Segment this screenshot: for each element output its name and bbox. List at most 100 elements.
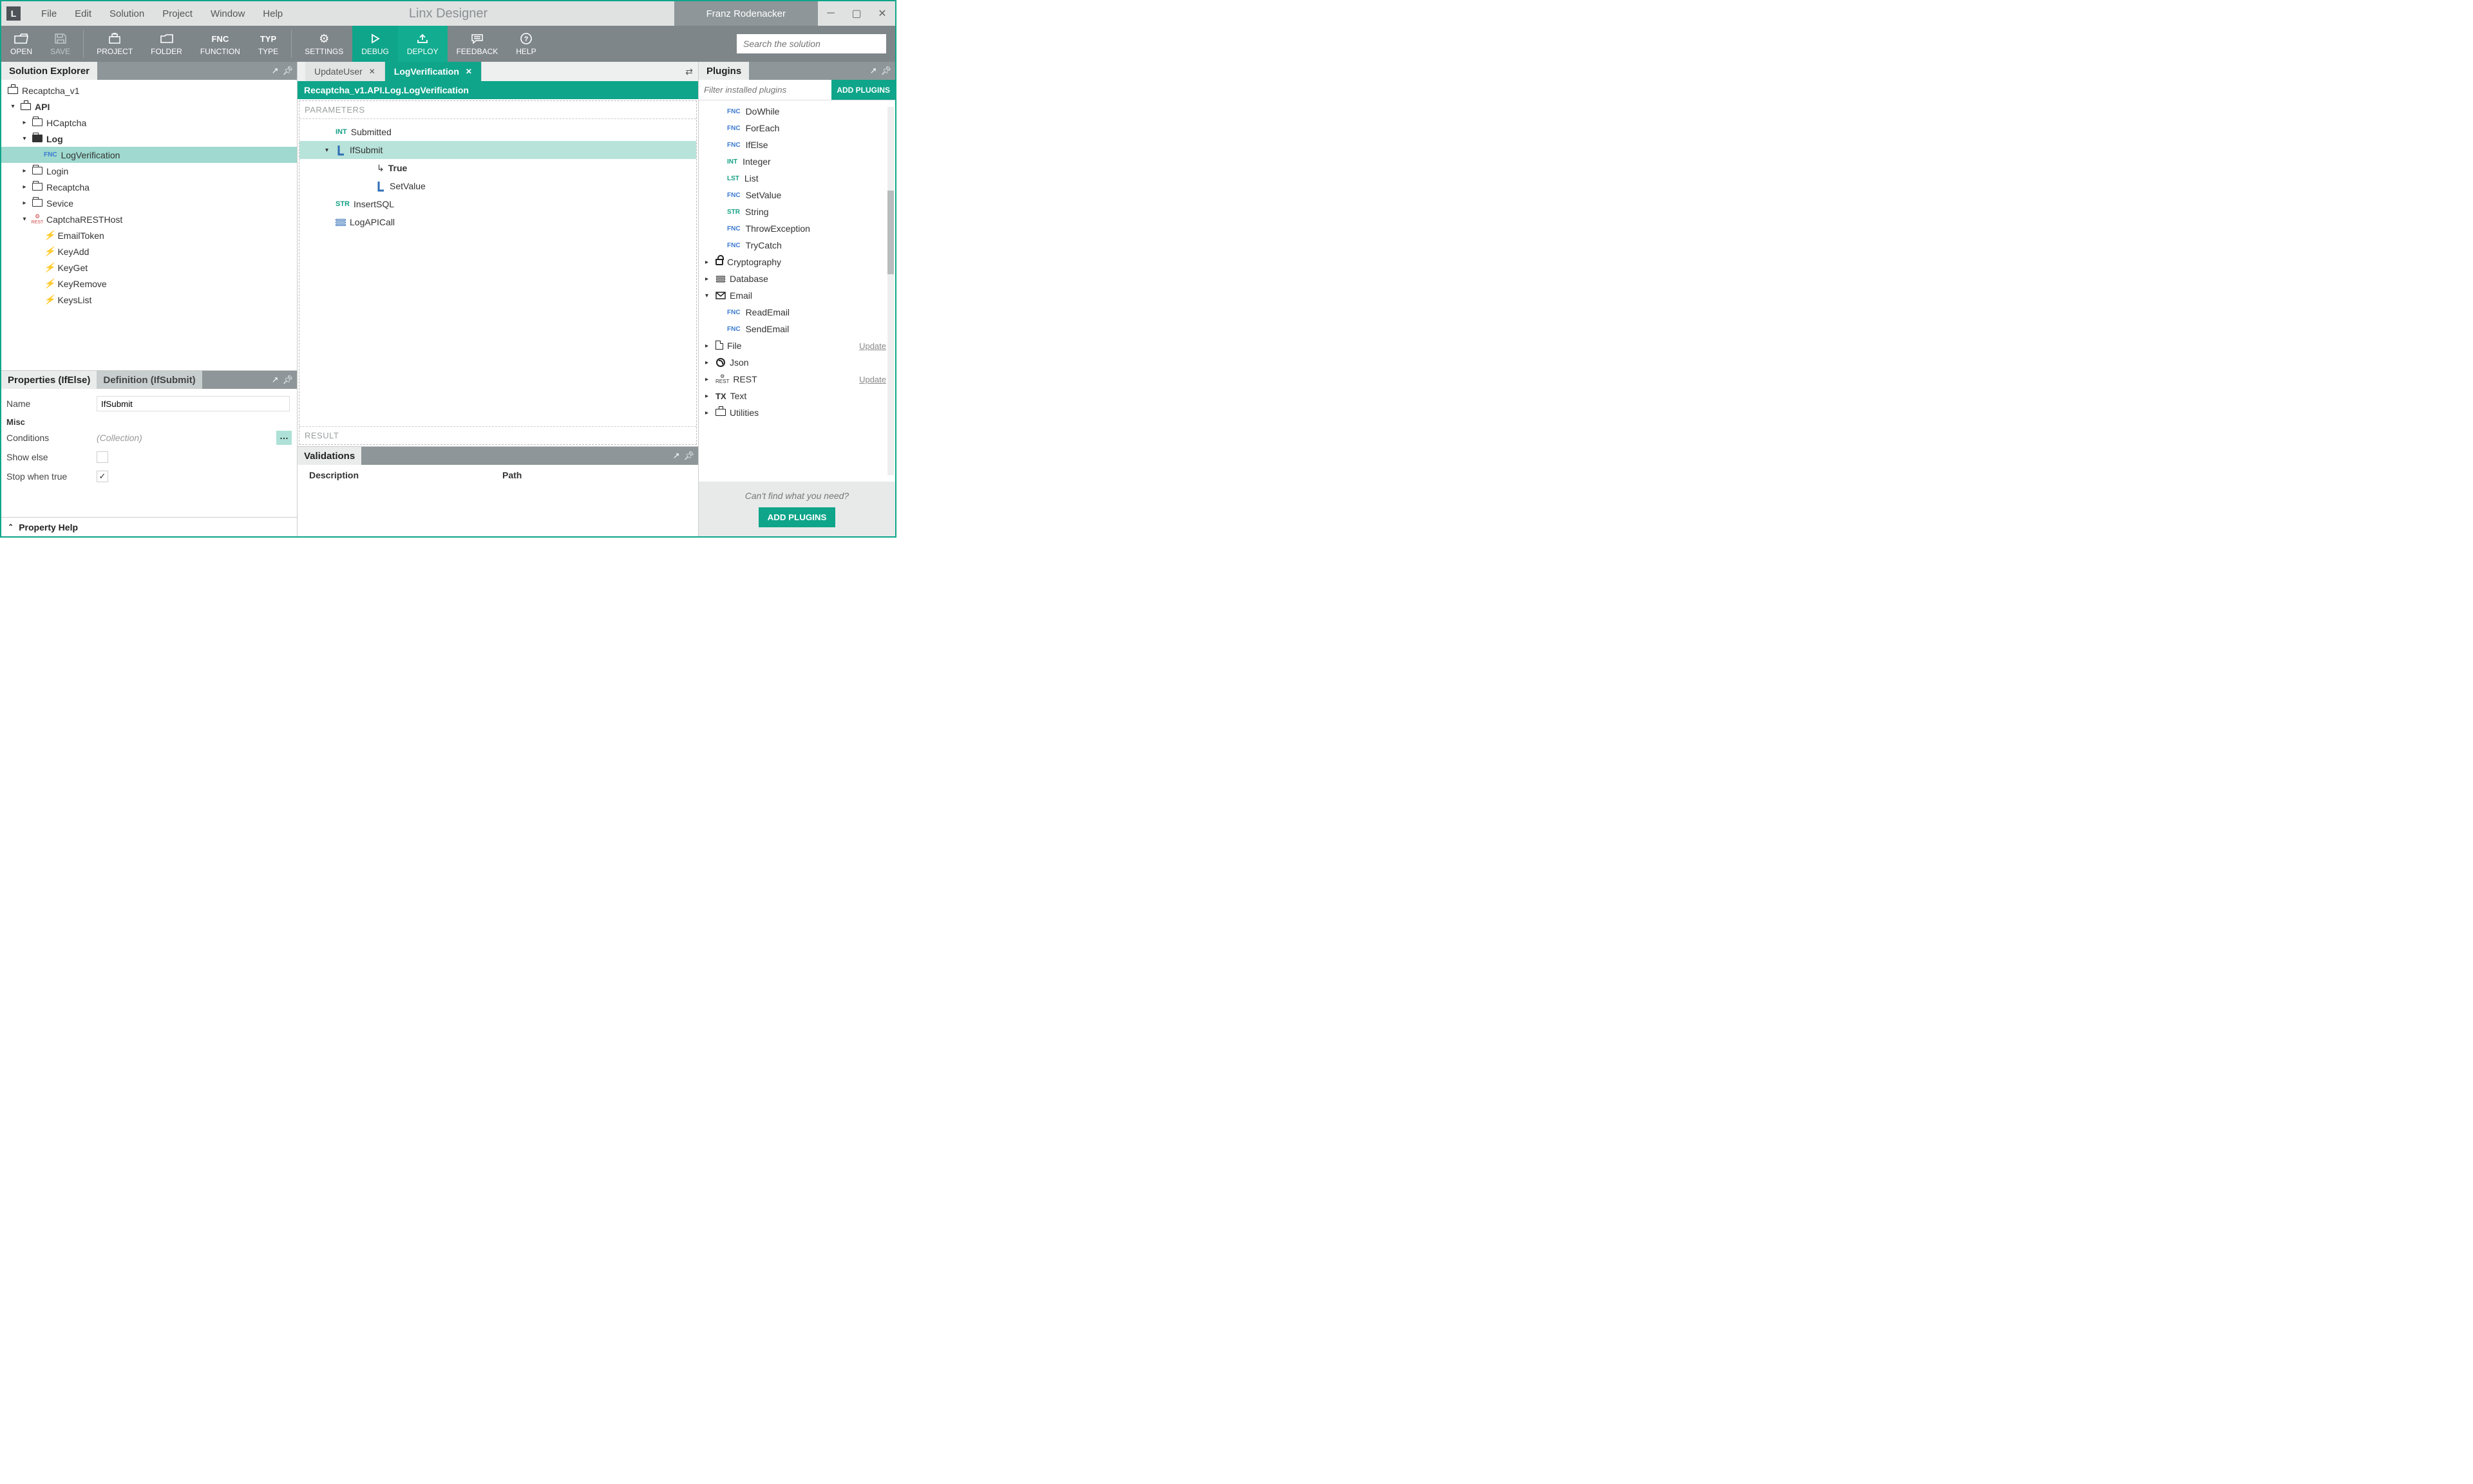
tree-resthost[interactable]: ▾ ⚙REST CaptchaRESTHost [1,211,297,227]
type-button[interactable]: TYP TYPE [249,26,287,62]
menu-window[interactable]: Window [211,8,245,19]
project-button[interactable]: PROJECT [88,26,142,62]
menu-file[interactable]: File [41,8,57,19]
pin-icon[interactable]: 📌︎ [282,375,293,385]
flow-submitted[interactable]: INT Submitted [299,123,696,141]
tab-logverification[interactable]: LogVerification ✕ [385,62,482,81]
popout-icon[interactable]: ↗ [870,66,877,76]
add-plugins-button[interactable]: ADD PLUGINS [831,80,895,100]
chevron-right-icon[interactable]: ▸ [705,276,712,283]
flow-true[interactable]: ↳ True [299,159,696,177]
tree-hcaptcha[interactable]: ▸ HCaptcha [1,115,297,131]
chevron-down-icon[interactable]: ▾ [21,135,28,142]
chevron-down-icon[interactable]: ▾ [705,292,712,299]
tree-logverification[interactable]: FNC LogVerification [1,147,297,163]
flow-ifsubmit[interactable]: ▾ IfSubmit [299,141,696,159]
tree-event[interactable]: ⚡KeyAdd [1,243,297,259]
feedback-button[interactable]: FEEDBACK [448,26,507,62]
tree-event[interactable]: ⚡KeyRemove [1,276,297,292]
chevron-right-icon[interactable]: ▸ [705,376,712,383]
plugin-item[interactable]: FNCSetValue [699,187,895,203]
folder-button[interactable]: FOLDER [142,26,191,62]
chevron-right-icon[interactable]: ▸ [705,359,712,366]
chevron-down-icon[interactable]: ▾ [21,216,28,223]
chevron-right-icon[interactable]: ▸ [705,393,712,400]
plugin-item[interactable]: FNCSendEmail [699,321,895,337]
plugin-category[interactable]: ▸Cryptography [699,254,895,270]
deploy-button[interactable]: DEPLOY [398,26,448,62]
flow-setvalue[interactable]: SetValue [299,177,696,195]
chevron-right-icon[interactable]: ▸ [21,167,28,174]
plugin-category[interactable]: ▸⚙RESTRESTUpdate [699,371,895,388]
stopwhentrue-checkbox[interactable]: ✓ [97,471,108,482]
tree-event[interactable]: ⚡KeysList [1,292,297,308]
debug-button[interactable]: DEBUG [352,26,398,62]
plugin-scrollbar[interactable] [887,107,894,475]
function-button[interactable]: FNC FUNCTION [191,26,249,62]
plugin-category[interactable]: ▸TXText [699,388,895,404]
popout-icon[interactable]: ↗ [272,375,279,385]
plugin-category[interactable]: ▸FileUpdate [699,337,895,354]
chevron-down-icon[interactable]: ▾ [9,103,17,110]
maximize-button[interactable]: ▢ [844,1,869,26]
tab-updateuser[interactable]: UpdateUser ✕ [305,62,385,81]
tree-root[interactable]: Recaptcha_v1 [1,82,297,99]
menu-solution[interactable]: Solution [109,8,144,19]
pin-icon[interactable]: 📌︎ [880,66,891,76]
property-help-bar[interactable]: ⌃ Property Help [1,517,297,536]
close-tab-icon[interactable]: ✕ [466,67,472,76]
close-tab-icon[interactable]: ✕ [369,67,375,76]
popout-icon[interactable]: ↗ [673,451,680,461]
chevron-right-icon[interactable]: ▸ [705,409,712,417]
menu-edit[interactable]: Edit [75,8,91,19]
tree-sevice[interactable]: ▸ Sevice [1,195,297,211]
close-button[interactable]: ✕ [869,1,895,26]
user-tab[interactable]: Franz Rodenacker [674,1,818,26]
plugin-category[interactable]: ▸Utilities [699,404,895,421]
tree-api[interactable]: ▾ API [1,99,297,115]
chevron-down-icon[interactable]: ▾ [325,147,333,154]
tabs-overflow-icon[interactable]: ⇄ [680,62,698,81]
prop-name-input[interactable] [97,396,290,411]
tree-login[interactable]: ▸ Login [1,163,297,179]
tab-properties[interactable]: Properties (IfElse) [1,371,97,389]
menu-help[interactable]: Help [263,8,283,19]
plugin-item[interactable]: FNCTryCatch [699,237,895,254]
chevron-right-icon[interactable]: ▸ [21,183,28,191]
chevron-right-icon[interactable]: ▸ [21,200,28,207]
add-plugins-footer-button[interactable]: ADD PLUGINS [759,507,836,527]
tab-definition[interactable]: Definition (IfSubmit) [97,371,202,389]
plugin-item[interactable]: INTInteger [699,153,895,170]
open-button[interactable]: OPEN [1,26,41,62]
plugin-item[interactable]: FNCReadEmail [699,304,895,321]
chevron-right-icon[interactable]: ▸ [21,119,28,126]
settings-button[interactable]: ⚙ SETTINGS [296,26,352,62]
plugin-filter-input[interactable] [699,80,831,100]
plugin-item[interactable]: FNCThrowException [699,220,895,237]
plugin-category[interactable]: ▾Email [699,287,895,304]
ellipsis-button[interactable]: … [276,431,292,445]
plugin-item[interactable]: LSTList [699,170,895,187]
menu-project[interactable]: Project [162,8,193,19]
pin-icon[interactable]: 📌︎ [683,451,694,461]
tree-log[interactable]: ▾ Log [1,131,297,147]
flow-insertsql[interactable]: STR InsertSQL [299,195,696,213]
plugin-category[interactable]: ▸Database [699,270,895,287]
help-button[interactable]: ? HELP [507,26,545,62]
minimize-button[interactable]: ─ [818,1,844,26]
tree-event[interactable]: ⚡KeyGet [1,259,297,276]
plugin-category[interactable]: ▸Json [699,354,895,371]
search-input[interactable] [737,34,886,53]
plugin-item[interactable]: FNCForEach [699,120,895,136]
pin-icon[interactable]: 📌︎ [282,66,293,76]
plugin-item[interactable]: STRString [699,203,895,220]
plugin-item[interactable]: FNCIfElse [699,136,895,153]
showelse-checkbox[interactable] [97,451,108,463]
flow-logapicall[interactable]: LogAPICall [299,213,696,231]
plugin-item[interactable]: FNCDoWhile [699,103,895,120]
tree-recaptcha[interactable]: ▸ Recaptcha [1,179,297,195]
tree-event[interactable]: ⚡EmailToken [1,227,297,243]
popout-icon[interactable]: ↗ [272,66,279,76]
chevron-right-icon[interactable]: ▸ [705,343,712,350]
scrollbar-thumb[interactable] [887,191,894,274]
